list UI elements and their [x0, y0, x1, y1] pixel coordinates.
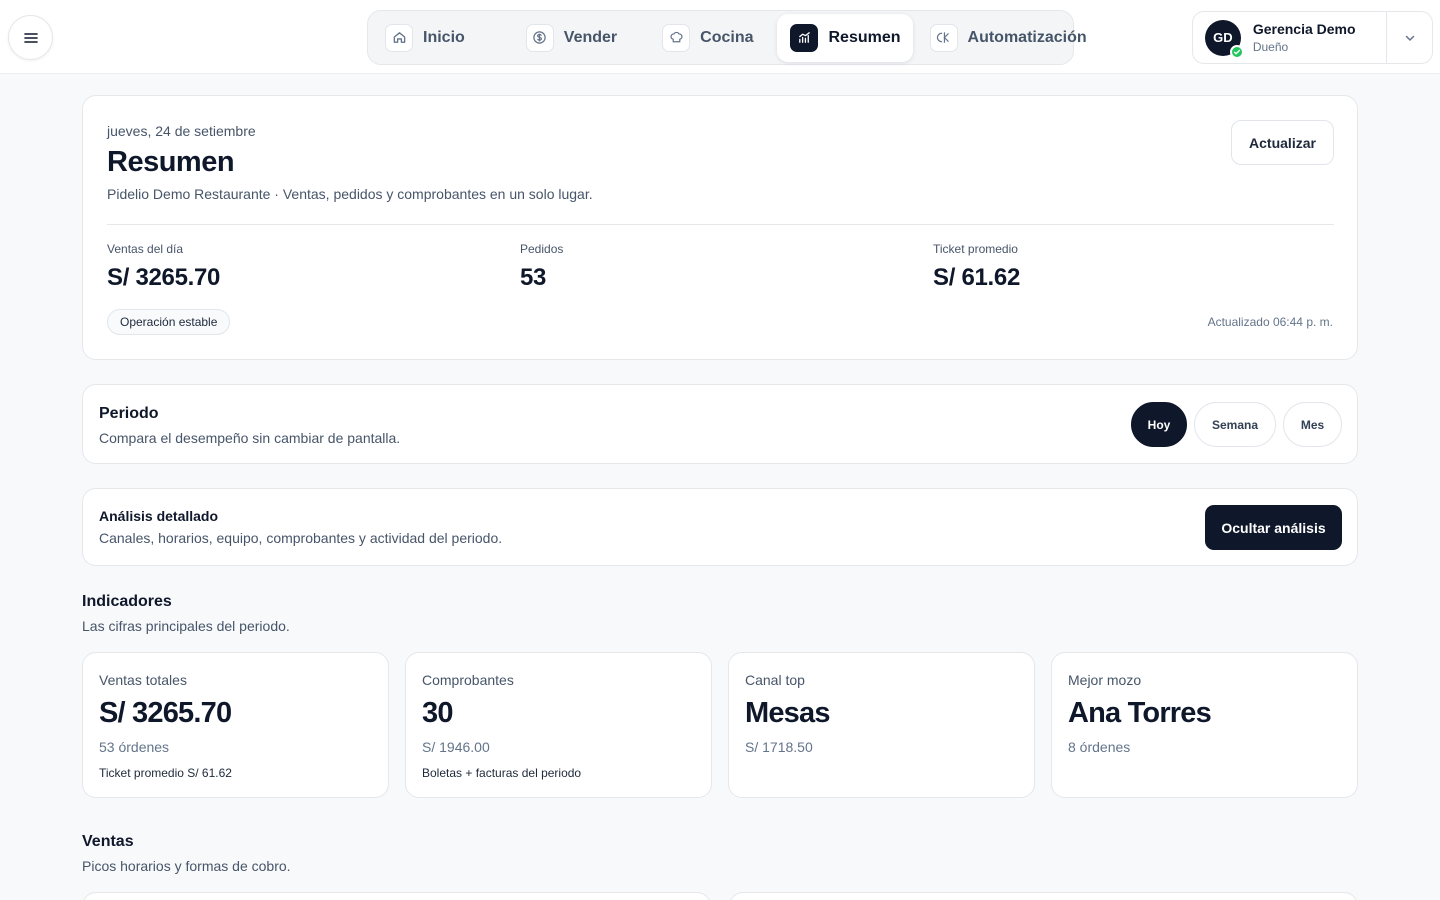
sales-payment-card	[729, 892, 1358, 900]
chevron-down-icon	[1405, 35, 1414, 41]
nav-item-cocina[interactable]: Cocina	[649, 14, 765, 62]
summary-hero-card: jueves, 24 de setiembre Resumen Pidelio …	[82, 95, 1358, 360]
nav-item-resumen[interactable]: Resumen	[777, 13, 913, 62]
indicators-subtitle: Las cifras principales del periodo.	[82, 618, 290, 634]
kpi-label: Comprobantes	[422, 672, 514, 688]
top-bar: Inicio Vender Cocina Resumen Automatizac…	[0, 0, 1440, 74]
stat-value: S/ 3265.70	[107, 264, 221, 291]
kpi-card-top-channel: Canal top Mesas S/ 1718.50	[728, 652, 1035, 798]
status-badge: Operación estable	[107, 309, 231, 335]
nav-item-inicio[interactable]: Inicio	[372, 14, 477, 62]
hide-analysis-button[interactable]: Ocultar análisis	[1205, 505, 1342, 550]
kpi-label: Mejor mozo	[1068, 672, 1142, 688]
kpi-sub: S/ 1946.00	[422, 739, 490, 755]
kpi-sub: 8 órdenes	[1068, 739, 1131, 755]
analysis-title: Análisis detallado	[99, 508, 219, 524]
nav-label: Inicio	[423, 28, 465, 46]
indicators-title: Indicadores	[82, 593, 172, 610]
user-role: Dueño	[1252, 40, 1289, 54]
period-option-semana[interactable]: Semana	[1194, 402, 1276, 447]
period-title: Periodo	[99, 405, 159, 422]
user-name: Gerencia Demo	[1252, 21, 1356, 37]
kpi-value: Mesas	[745, 697, 830, 729]
period-subtitle: Compara el desempeño sin cambiar de pant…	[99, 430, 401, 446]
sales-subtitle: Picos horarios y formas de cobro.	[82, 858, 291, 874]
automation-icon	[929, 23, 958, 52]
stat-daily-sales: Ventas del día S/ 3265.70	[107, 242, 220, 292]
analysis-card: Análisis detallado Canales, horarios, eq…	[82, 488, 1358, 566]
page-subtitle: Pidelio Demo Restaurante · Ventas, pedid…	[107, 186, 593, 202]
sales-title: Ventas	[82, 833, 134, 850]
hamburger-icon	[23, 32, 38, 43]
kpi-foot: Ticket promedio S/ 61.62	[99, 766, 232, 780]
stat-value: S/ 61.62	[933, 264, 1021, 291]
check-icon	[1229, 44, 1244, 59]
sales-hourly-card	[82, 892, 711, 900]
nav-label: Cocina	[700, 28, 754, 46]
page-title: Resumen	[107, 146, 235, 178]
user-dropdown-toggle[interactable]	[1386, 12, 1432, 63]
kpi-label: Ventas totales	[99, 672, 187, 688]
nav-item-automatizacion[interactable]: Automatización	[917, 14, 1099, 62]
stat-average-ticket: Ticket promedio S/ 61.62	[933, 242, 1020, 292]
nav-label: Resumen	[828, 28, 901, 46]
kpi-foot: Boletas + facturas del periodo	[422, 766, 582, 780]
dollar-icon	[525, 23, 554, 52]
kpi-value: Ana Torres	[1068, 697, 1212, 729]
nav-label: Vender	[563, 28, 618, 46]
period-card: Periodo Compara el desempeño sin cambiar…	[82, 384, 1358, 464]
user-menu[interactable]: GD Gerencia Demo Dueño	[1192, 11, 1433, 64]
period-option-mes[interactable]: Mes	[1283, 402, 1342, 447]
kpi-sub: S/ 1718.50	[745, 739, 813, 755]
current-date: jueves, 24 de setiembre	[107, 123, 256, 139]
home-icon	[385, 23, 413, 52]
kpi-card-best-waiter: Mejor mozo Ana Torres 8 órdenes	[1051, 652, 1358, 798]
kpi-value: S/ 3265.70	[99, 697, 232, 729]
refresh-button[interactable]: Actualizar	[1231, 120, 1334, 165]
kpi-card-total-sales: Ventas totales S/ 3265.70 53 órdenes Tic…	[82, 652, 389, 798]
stat-label: Ventas del día	[107, 242, 184, 256]
main-nav: Inicio Vender Cocina Resumen Automatizac…	[367, 10, 1087, 65]
menu-button[interactable]	[8, 15, 53, 60]
analysis-subtitle: Canales, horarios, equipo, comprobantes …	[99, 530, 503, 546]
avatar-initials: GD	[1213, 30, 1233, 45]
kpi-label: Canal top	[745, 672, 805, 688]
nav-label: Automatización	[967, 28, 1087, 46]
avatar: GD	[1205, 19, 1244, 59]
chef-hat-icon	[662, 23, 691, 52]
nav-item-vender[interactable]: Vender	[513, 14, 629, 62]
last-updated: Actualizado 06:44 p. m.	[1207, 315, 1333, 329]
stat-orders: Pedidos 53	[520, 242, 563, 292]
kpi-card-receipts: Comprobantes 30 S/ 1946.00 Boletas + fac…	[405, 652, 712, 798]
stat-value: 53	[520, 264, 547, 291]
divider	[107, 224, 1334, 225]
chart-icon	[790, 23, 819, 52]
stat-label: Ticket promedio	[933, 242, 1018, 256]
kpi-sub: 53 órdenes	[99, 739, 170, 755]
stat-label: Pedidos	[520, 242, 564, 256]
kpi-value: 30	[422, 697, 453, 729]
period-option-hoy[interactable]: Hoy	[1131, 402, 1187, 447]
